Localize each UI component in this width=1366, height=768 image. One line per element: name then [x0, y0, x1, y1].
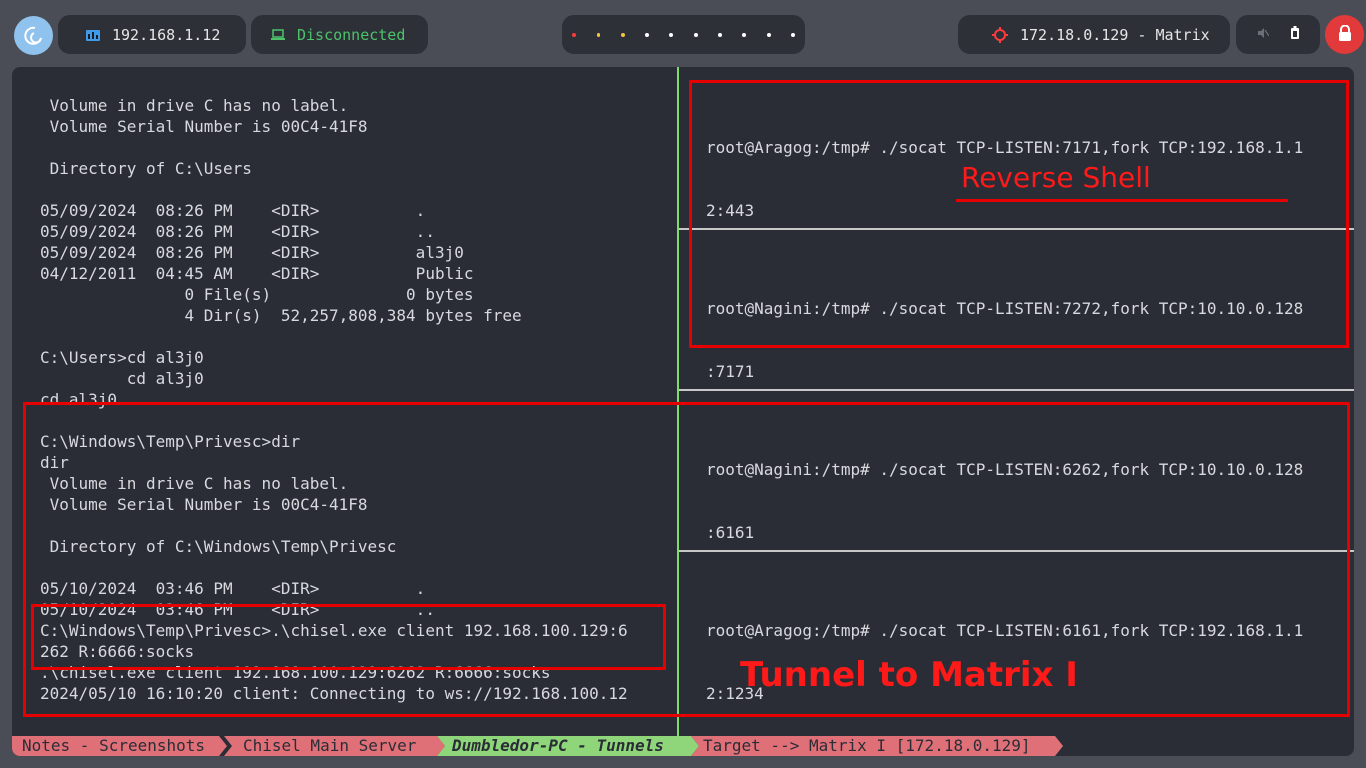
reverse-shell-highlight-box — [689, 80, 1349, 348]
terminal-line: 05/09/2024 08:26 PM <DIR> al3j0 — [40, 243, 464, 262]
top-bar: 192.168.1.12 Disconnected 172.18.0.129 -… — [0, 0, 1366, 68]
workspace-dot[interactable] — [669, 32, 674, 37]
crosshair-icon — [992, 26, 1008, 43]
tab-label: Notes - Screenshots — [22, 736, 206, 755]
lock-button[interactable] — [1325, 15, 1364, 54]
target-text: 172.18.0.129 - Matrix — [1020, 25, 1210, 44]
terminal-line: 04/12/2011 04:45 AM <DIR> Public — [40, 264, 474, 283]
tab-label: Target --> Matrix I [172.18.0.129] — [703, 736, 1031, 755]
laptop-icon — [271, 28, 285, 41]
reverse-shell-label: Reverse Shell — [961, 161, 1151, 194]
terminal-line: cd al3j0 — [40, 369, 204, 388]
tunnel-label: Tunnel to Matrix I — [740, 655, 1078, 695]
ip-indicator[interactable]: 192.168.1.12 — [58, 15, 246, 54]
tmux-tab-chisel[interactable]: Chisel Main Server — [224, 736, 445, 756]
tmux-tab-target[interactable]: Target --> Matrix I [172.18.0.129] — [691, 736, 1063, 756]
workspace-dot[interactable] — [620, 32, 625, 37]
workspace-dot[interactable] — [790, 32, 795, 37]
workspace-dot[interactable] — [572, 32, 577, 37]
terminal-line: Volume in drive C has no label. — [40, 96, 349, 115]
tmux-tab-tunnels[interactable]: Dumbledor-PC - Tunnels — [437, 736, 699, 756]
vpn-status[interactable]: Disconnected — [251, 15, 428, 54]
tab-label: Chisel Main Server — [243, 736, 417, 755]
terminal-line: :7171 — [706, 362, 755, 381]
workspace-dot[interactable] — [596, 32, 601, 37]
terminal-line: C:\Users>cd al3j0 — [40, 348, 204, 367]
terminal-line: 4 Dir(s) 52,257,808,384 bytes free — [40, 306, 522, 325]
tmux-tab-notes[interactable]: Notes - Screenshots — [12, 736, 227, 756]
terminal-line: Volume Serial Number is 00C4-41F8 — [40, 117, 368, 136]
terminal-line: 05/09/2024 08:26 PM <DIR> . — [40, 201, 426, 220]
network-icon — [86, 28, 100, 42]
reverse-shell-underline — [956, 199, 1288, 202]
terminal-line: 0 File(s) 0 bytes — [40, 285, 474, 304]
workspace-switcher[interactable] — [562, 15, 805, 54]
tab-label: Dumbledor-PC - Tunnels — [452, 736, 664, 755]
battery-icon[interactable] — [1291, 26, 1299, 43]
volume-muted-icon[interactable] — [1257, 27, 1270, 43]
workspace-dot[interactable] — [717, 32, 722, 37]
system-tray — [1236, 15, 1320, 54]
debian-swirl-icon[interactable] — [14, 16, 53, 55]
lock-icon — [1338, 24, 1352, 45]
workspace-dot[interactable] — [766, 32, 771, 37]
connection-status-text: Disconnected — [297, 25, 406, 44]
target-indicator[interactable]: 172.18.0.129 - Matrix — [958, 15, 1230, 54]
tmux-status-bar: Notes - Screenshots Chisel Main Server D… — [12, 736, 1354, 756]
chisel-command-highlight-box — [31, 604, 666, 670]
workspace-dot[interactable] — [645, 32, 650, 37]
ip-text: 192.168.1.12 — [112, 25, 221, 44]
workspace-dot[interactable] — [742, 32, 747, 37]
terminal-line: 05/09/2024 08:26 PM <DIR> .. — [40, 222, 435, 241]
workspace-dot[interactable] — [693, 32, 698, 37]
terminal-line: Directory of C:\Users — [40, 159, 252, 178]
terminal-window[interactable]: Volume in drive C has no label. Volume S… — [12, 67, 1354, 756]
